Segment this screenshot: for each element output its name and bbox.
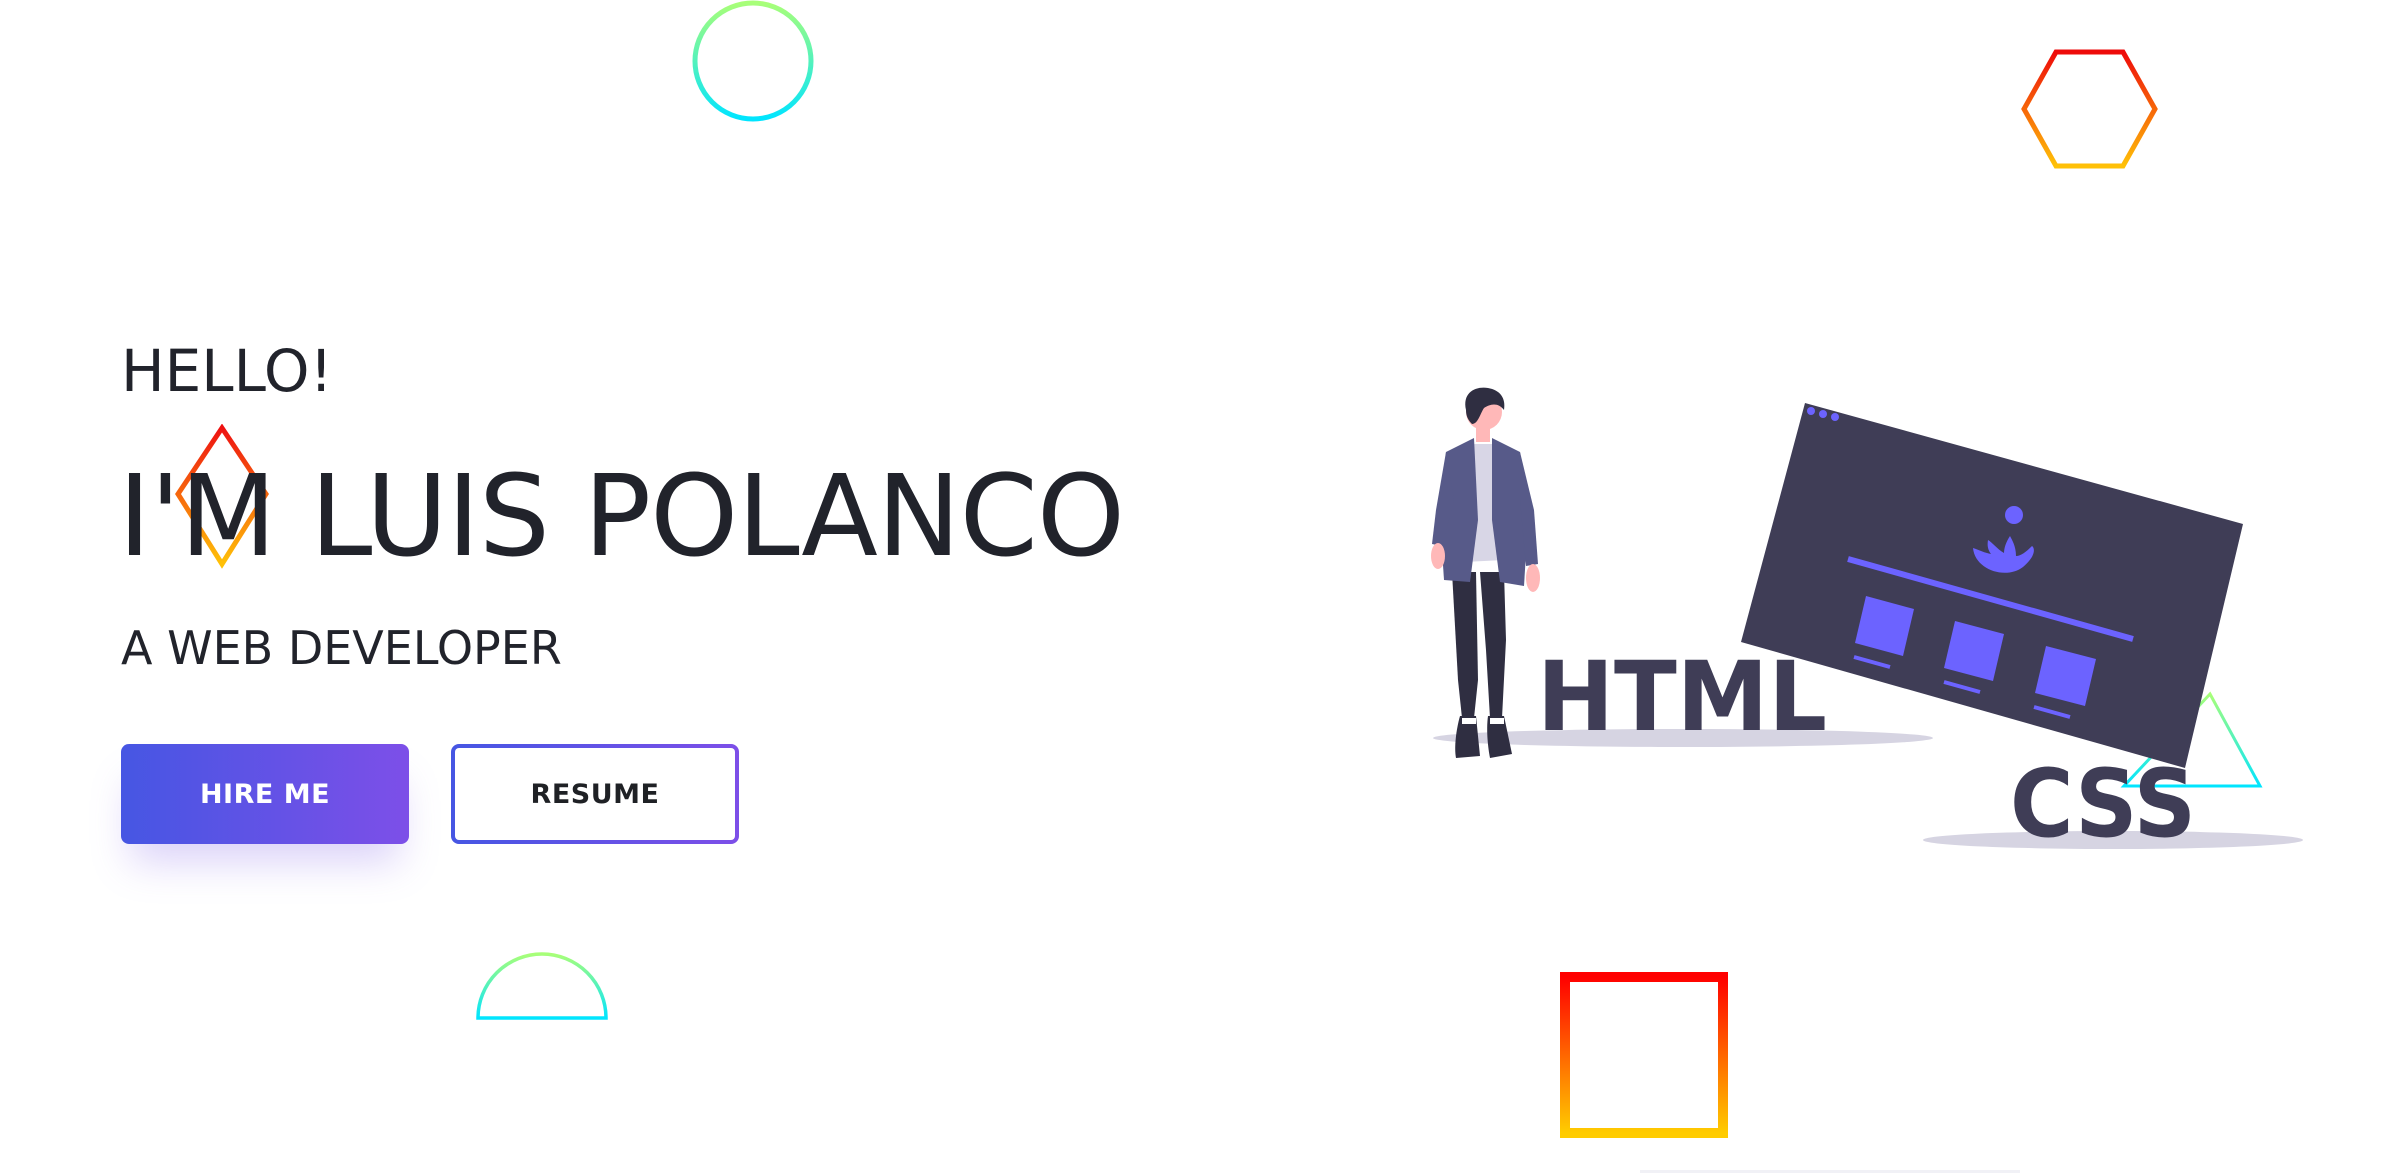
semicircle-shape [476, 952, 608, 1020]
window-dot-icon [1807, 407, 1815, 415]
hero-name: I'M LUIS POLANCO [118, 452, 1125, 582]
resume-button[interactable]: RESUME [451, 744, 739, 844]
person-figure [1431, 387, 1540, 758]
hire-me-button[interactable]: HIRE ME [121, 744, 409, 844]
square-shape [1560, 972, 1728, 1138]
window-dot-icon [1819, 410, 1827, 418]
css-label: CSS [2010, 750, 2196, 850]
window-dot-icon [1831, 413, 1839, 421]
html-label: HTML [1537, 641, 1827, 753]
hire-me-label: HIRE ME [199, 778, 331, 810]
circle-shape [692, 0, 814, 122]
bottom-divider [1640, 1170, 2020, 1173]
resume-label: RESUME [530, 778, 660, 810]
web-developer-illustration: HTML CSS [1431, 387, 2303, 850]
hexagon-shape [2021, 49, 2158, 169]
hero-role: A WEB DEVELOPER [121, 621, 562, 675]
hero-greeting: HELLO! [121, 337, 333, 405]
